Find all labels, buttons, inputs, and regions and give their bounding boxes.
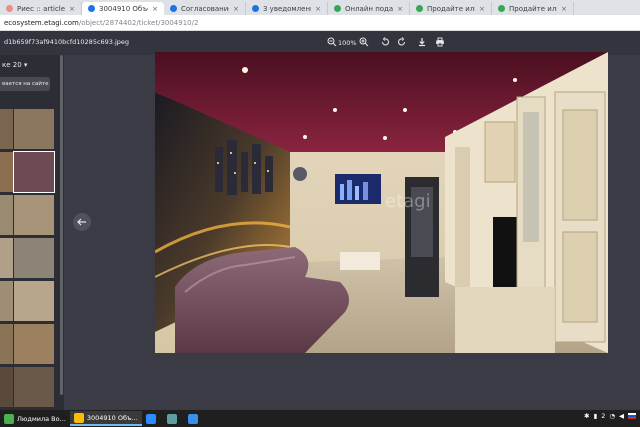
chevron-down-icon: ▾	[23, 61, 28, 69]
browser-tab-strip: Риес :: articles×3004910 Объект×Согласов…	[0, 0, 640, 15]
taskbar-window[interactable]: 3004910 Объ...	[69, 411, 142, 426]
arrow-left-icon	[77, 218, 86, 226]
thumbnail[interactable]	[0, 367, 13, 407]
taskbar-window-label: 3004910 Объ...	[86, 413, 138, 422]
app3-icon[interactable]	[184, 411, 205, 426]
browser-tab[interactable]: Согласование займа В×	[164, 2, 246, 15]
url-text[interactable]: ecosystem.etagi.com/object/2874402/ticke…	[4, 19, 198, 27]
close-tab-icon[interactable]: ×	[311, 5, 321, 13]
url-host: ecosystem.etagi.com	[4, 18, 79, 27]
tab-label: Риес :: articles	[17, 4, 66, 13]
download-icon[interactable]	[416, 37, 428, 49]
file-name: d1b659f73af9410bcfd10285c693.jpeg	[4, 38, 130, 46]
room-photo: etagi	[155, 52, 608, 353]
zoom-level: 100%	[338, 39, 357, 47]
print-icon[interactable]	[434, 37, 446, 49]
rotate-left-icon[interactable]	[379, 37, 391, 49]
tab-favicon-icon	[252, 5, 259, 12]
thumbnail[interactable]	[14, 324, 54, 364]
taskbar: Людмила Во... 3004910 Объ... ✱ ▮ 2 ◔ ◀	[0, 410, 640, 427]
app-icon	[4, 413, 14, 424]
tab-label: 3 уведомления	[263, 4, 311, 13]
close-tab-icon[interactable]: ×	[65, 5, 75, 13]
tab-favicon-icon	[416, 5, 423, 12]
browser-tab[interactable]: 3 уведомления×	[246, 2, 328, 15]
zoom-in-icon[interactable]	[358, 37, 370, 49]
browser-tab[interactable]: Продайте или сдайте×	[492, 2, 574, 15]
address-bar[interactable]: ecosystem.etagi.com/object/2874402/ticke…	[0, 15, 640, 31]
tab-label: Онлайн подача заявк	[345, 4, 394, 13]
bluetooth-icon[interactable]: ✱	[584, 412, 589, 420]
tab-label: Согласование займа В	[181, 4, 230, 13]
close-tab-icon[interactable]: ×	[148, 5, 158, 13]
thumbnail[interactable]	[14, 195, 54, 235]
tab-favicon-icon	[170, 5, 177, 12]
url-path: /object/2874402/ticket/3004910/2	[78, 18, 199, 27]
tab-label: 3004910 Объект	[99, 4, 148, 13]
previous-image-button[interactable]	[73, 213, 91, 231]
system-tray: ✱ ▮ 2 ◔ ◀	[584, 412, 636, 420]
sidebar-scrollbar[interactable]	[60, 55, 63, 395]
taskbar-window[interactable]: Людмила Во...	[0, 411, 70, 426]
photo-watermark: etagi	[385, 191, 431, 212]
sidebar-header-label: ке 20	[2, 61, 22, 69]
close-tab-icon[interactable]: ×	[475, 5, 485, 13]
browser-tab[interactable]: Продайте или сдайте×	[410, 2, 492, 15]
thumbnail[interactable]	[0, 109, 13, 149]
close-tab-icon[interactable]: ×	[229, 5, 239, 13]
tab-favicon-icon	[88, 5, 95, 12]
tab-favicon-icon	[6, 5, 13, 12]
taskbar-window-label: Людмила Во...	[17, 414, 66, 423]
close-tab-icon[interactable]: ×	[557, 5, 567, 13]
notification-count: 2	[601, 412, 606, 420]
thumbnail-selected[interactable]	[13, 151, 55, 193]
thumbnail[interactable]	[14, 367, 54, 407]
thumbnail[interactable]	[0, 152, 13, 192]
thumbnail[interactable]	[0, 324, 13, 364]
sidebar-header[interactable]: ке 20 ▾	[2, 61, 27, 69]
tab-favicon-icon	[334, 5, 341, 12]
living-room-image: etagi	[155, 52, 608, 353]
browser-tab[interactable]: Риес :: articles ×	[0, 2, 82, 15]
zoom-icon[interactable]	[142, 411, 163, 426]
thumbnail[interactable]	[14, 109, 54, 149]
tab-favicon-icon	[498, 5, 505, 12]
thumbnail[interactable]	[14, 238, 54, 278]
app2-icon[interactable]	[163, 411, 184, 426]
battery-icon[interactable]: ▮	[594, 412, 598, 420]
browser-tab[interactable]: Онлайн подача заявк×	[328, 2, 410, 15]
close-tab-icon[interactable]: ×	[393, 5, 403, 13]
thumbnail[interactable]	[0, 195, 13, 235]
browser-tab[interactable]: 3004910 Объект×	[82, 2, 164, 15]
volume-icon[interactable]: ◀	[619, 412, 624, 420]
rotate-right-icon[interactable]	[396, 37, 408, 49]
language-flag-icon[interactable]	[628, 413, 636, 419]
thumbnail[interactable]	[0, 238, 13, 278]
app-icon	[73, 412, 84, 423]
thumbnail[interactable]	[14, 281, 54, 321]
tab-label: Продайте или сдайте	[427, 4, 475, 13]
publish-on-site-button[interactable]: вается на сайте	[0, 77, 50, 91]
thumbnail-sidebar: ке 20 ▾ вается на сайте	[0, 55, 64, 410]
tab-label: Продайте или сдайте	[509, 4, 557, 13]
zoom-out-icon[interactable]	[326, 37, 338, 49]
network-icon[interactable]: ◔	[609, 412, 615, 420]
thumbnail[interactable]	[0, 281, 13, 321]
